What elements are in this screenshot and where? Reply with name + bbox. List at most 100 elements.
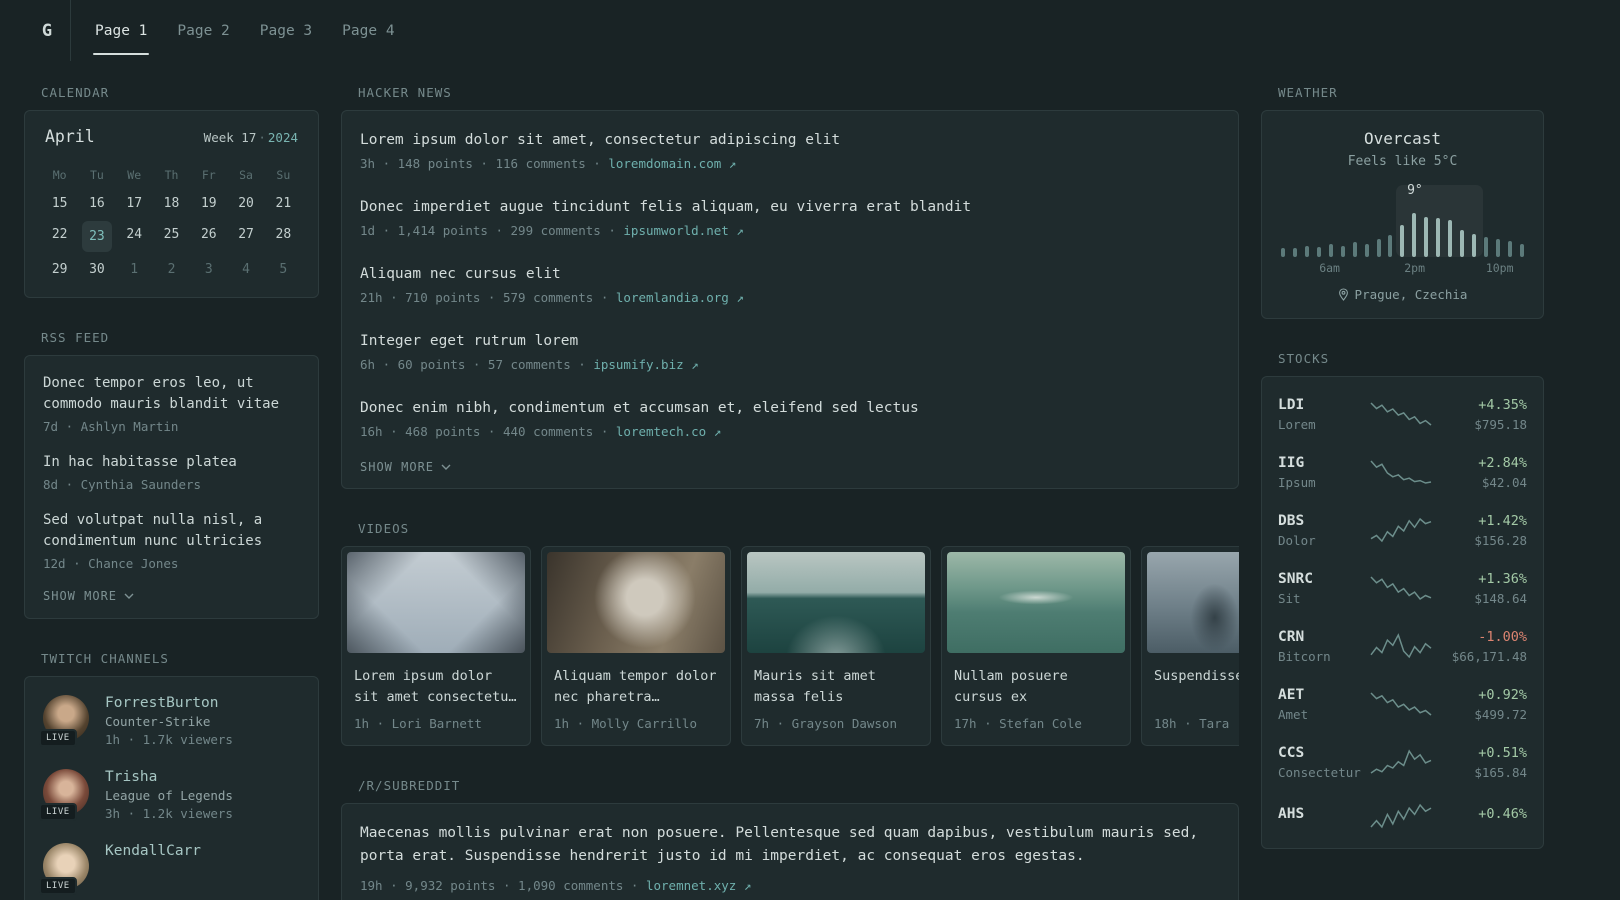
hn-item-meta: 3h · 148 points · 116 comments · loremdo… [360,156,1220,171]
weather-widget: WEATHER Overcast Feels like 5°C 9° 6am 2p… [1261,85,1544,319]
subreddit-post-domain-link[interactable]: loremnet.xyz ↗ [646,878,751,893]
weather-location: Prague, Czechia [1354,287,1468,302]
stock-price: $42.04 [1481,474,1527,490]
calendar-day: 26 [200,227,217,242]
weather-section-title: WEATHER [1278,85,1338,100]
stock-name: Amet [1278,706,1309,722]
twitch-section-title: TWITCH CHANNELS [41,651,169,666]
stock-name: Dolor [1278,532,1316,548]
stock-change: +1.42% [1478,512,1527,529]
hn-show-more-button[interactable]: SHOW MORE [360,460,451,474]
twitch-channel-category[interactable]: Counter-Strike [105,714,233,729]
stock-row[interactable]: CRN Bitcorn -1.00% $66,171.48 [1278,617,1527,675]
video-title[interactable]: Mauris sit amet massa felis [742,658,930,708]
weather-peak-label: 9° [1407,183,1423,198]
tab-page-4[interactable]: Page 4 [340,0,396,61]
video-thumbnail[interactable] [947,552,1125,654]
rss-item[interactable]: Donec tempor eros leo, ut commodo mauris… [43,373,300,434]
stock-price: $499.72 [1474,706,1527,722]
hn-item[interactable]: Integer eget rutrum lorem 6h · 60 points… [360,318,1220,385]
stock-row[interactable]: AHS +0.46% [1278,791,1527,840]
stock-id: AHS [1278,806,1366,826]
video-title[interactable]: Nullam posuere cursus ex [942,658,1130,708]
calendar-widget: CALENDAR April Week 17 · 2024 Mo Tu We Th … [24,85,319,298]
video-title[interactable]: Aliquam tempor dolor nec pharetra… [542,658,730,708]
subreddit-post-text[interactable]: Maecenas mollis pulvinar erat non posuer… [360,822,1220,868]
hn-item-title[interactable]: Donec imperdiet augue tincidunt felis al… [360,197,1220,218]
stock-row[interactable]: CCS Consectetur +0.51% $165.84 [1278,733,1527,791]
stock-id: CRN Bitcorn [1278,629,1366,664]
stock-row[interactable]: SNRC Sit +1.36% $148.64 [1278,559,1527,617]
video-card[interactable]: Mauris sit amet massa felis 7h · Grayson… [741,546,931,747]
stock-sparkline [1369,633,1431,659]
hn-item[interactable]: Donec imperdiet augue tincidunt felis al… [360,184,1220,251]
twitch-channel-row[interactable]: LIVE ForrestBurton Counter-Strike 1h · 1… [39,695,300,747]
weather-bar [1436,218,1441,257]
hn-item-domain-link[interactable]: ipsumify.biz ↗ [593,357,698,372]
videos-row: Lorem ipsum dolor sit amet consectetu… 1… [341,546,1239,747]
calendar-day: 17 [126,196,143,211]
weather-time-label: 6am [1319,261,1340,275]
rss-show-more-button[interactable]: SHOW MORE [43,589,134,603]
rss-item-title[interactable]: In hac habitasse platea [43,452,300,473]
video-thumbnail[interactable] [347,552,525,654]
video-title[interactable]: Suspendisse diam [1142,658,1239,708]
rss-item-title[interactable]: Sed volutpat nulla nisl, a condimentum n… [43,510,300,552]
stock-sparkline [1370,517,1431,543]
hn-item-domain-link[interactable]: ipsumworld.net ↗ [623,223,743,238]
subreddit-post[interactable]: Maecenas mollis pulvinar erat non posuer… [360,822,1220,893]
video-card[interactable]: Lorem ipsum dolor sit amet consectetu… 1… [341,546,531,747]
live-badge: LIVE [39,877,77,895]
weather-bar [1281,248,1285,257]
stock-row[interactable]: AET Amet +0.92% $499.72 [1278,675,1527,733]
calendar-weekday: Th [164,168,179,182]
rss-item-title[interactable]: Donec tempor eros leo, ut commodo mauris… [43,373,300,415]
hn-item-domain-link[interactable]: loremtech.co ↗ [616,424,721,439]
hn-item-title[interactable]: Integer eget rutrum lorem [360,331,1220,352]
video-card[interactable]: Nullam posuere cursus ex 17h · Stefan Co… [941,546,1131,747]
stock-row[interactable]: DBS Dolor +1.42% $156.28 [1278,501,1527,559]
twitch-channel-info: ForrestBurton Counter-Strike 1h · 1.7k v… [105,695,233,747]
stock-symbol: CCS [1278,744,1305,761]
video-card[interactable]: Suspendisse diam 18h · Tara [1141,546,1239,747]
twitch-card: LIVE ForrestBurton Counter-Strike 1h · 1… [24,676,319,900]
hn-item-meta-text: 21h · 710 points · 579 comments · [360,290,609,306]
rss-item[interactable]: In hac habitasse platea 8d · Cynthia Sau… [43,452,300,492]
hn-item-title[interactable]: Donec enim nibh, condimentum et accumsan… [360,398,1220,419]
twitch-channel-name[interactable]: ForrestBurton [105,695,233,711]
calendar-section-title: CALENDAR [41,85,110,100]
hn-item-domain-link[interactable]: loremdomain.com ↗ [608,156,736,171]
stock-sparkline [1369,576,1431,600]
stock-row[interactable]: IIG Ipsum +2.84% $42.04 [1278,443,1527,501]
hn-item-domain-link[interactable]: loremlandia.org ↗ [616,290,744,305]
tab-page-3[interactable]: Page 3 [258,0,314,61]
calendar-day: 19 [200,196,217,211]
tab-page-2[interactable]: Page 2 [175,0,231,61]
rss-item[interactable]: Sed volutpat nulla nisl, a condimentum n… [43,510,300,571]
tab-page-1[interactable]: Page 1 [93,0,150,61]
twitch-channel-row[interactable]: LIVE Trisha League of Legends 3h · 1.2k … [39,769,300,821]
video-thumbnail[interactable] [547,552,725,654]
calendar-weekday: Mo [52,168,67,182]
hn-item[interactable]: Donec enim nibh, condimentum et accumsan… [360,385,1220,452]
weather-bar [1364,244,1369,257]
video-card[interactable]: Aliquam tempor dolor nec pharetra… 1h · … [541,546,731,747]
stock-symbol: LDI [1278,396,1305,413]
hn-item-meta: 16h · 468 points · 440 comments · loremt… [360,424,1220,439]
app-logo[interactable]: G [24,0,71,61]
stock-name: Sit [1278,590,1301,606]
hn-item-title[interactable]: Aliquam nec cursus elit [360,264,1220,285]
video-thumbnail[interactable] [747,552,925,654]
video-thumbnail[interactable] [1147,552,1239,654]
video-title[interactable]: Lorem ipsum dolor sit amet consectetu… [342,658,530,708]
hn-item[interactable]: Lorem ipsum dolor sit amet, consectetur … [360,117,1220,184]
twitch-channel-category[interactable]: League of Legends [105,788,233,803]
hn-item[interactable]: Aliquam nec cursus elit 21h · 710 points… [360,251,1220,318]
hn-item-title[interactable]: Lorem ipsum dolor sit amet, consectetur … [360,130,1220,151]
twitch-channel-row[interactable]: LIVE KendallCarr [39,843,300,895]
hn-item-meta-text: 16h · 468 points · 440 comments · [360,424,609,440]
stock-row[interactable]: LDI Lorem +4.35% $795.18 [1278,385,1527,443]
twitch-channel-name[interactable]: Trisha [105,769,233,785]
calendar-day: 16 [89,196,105,211]
twitch-channel-name[interactable]: KendallCarr [105,843,201,859]
